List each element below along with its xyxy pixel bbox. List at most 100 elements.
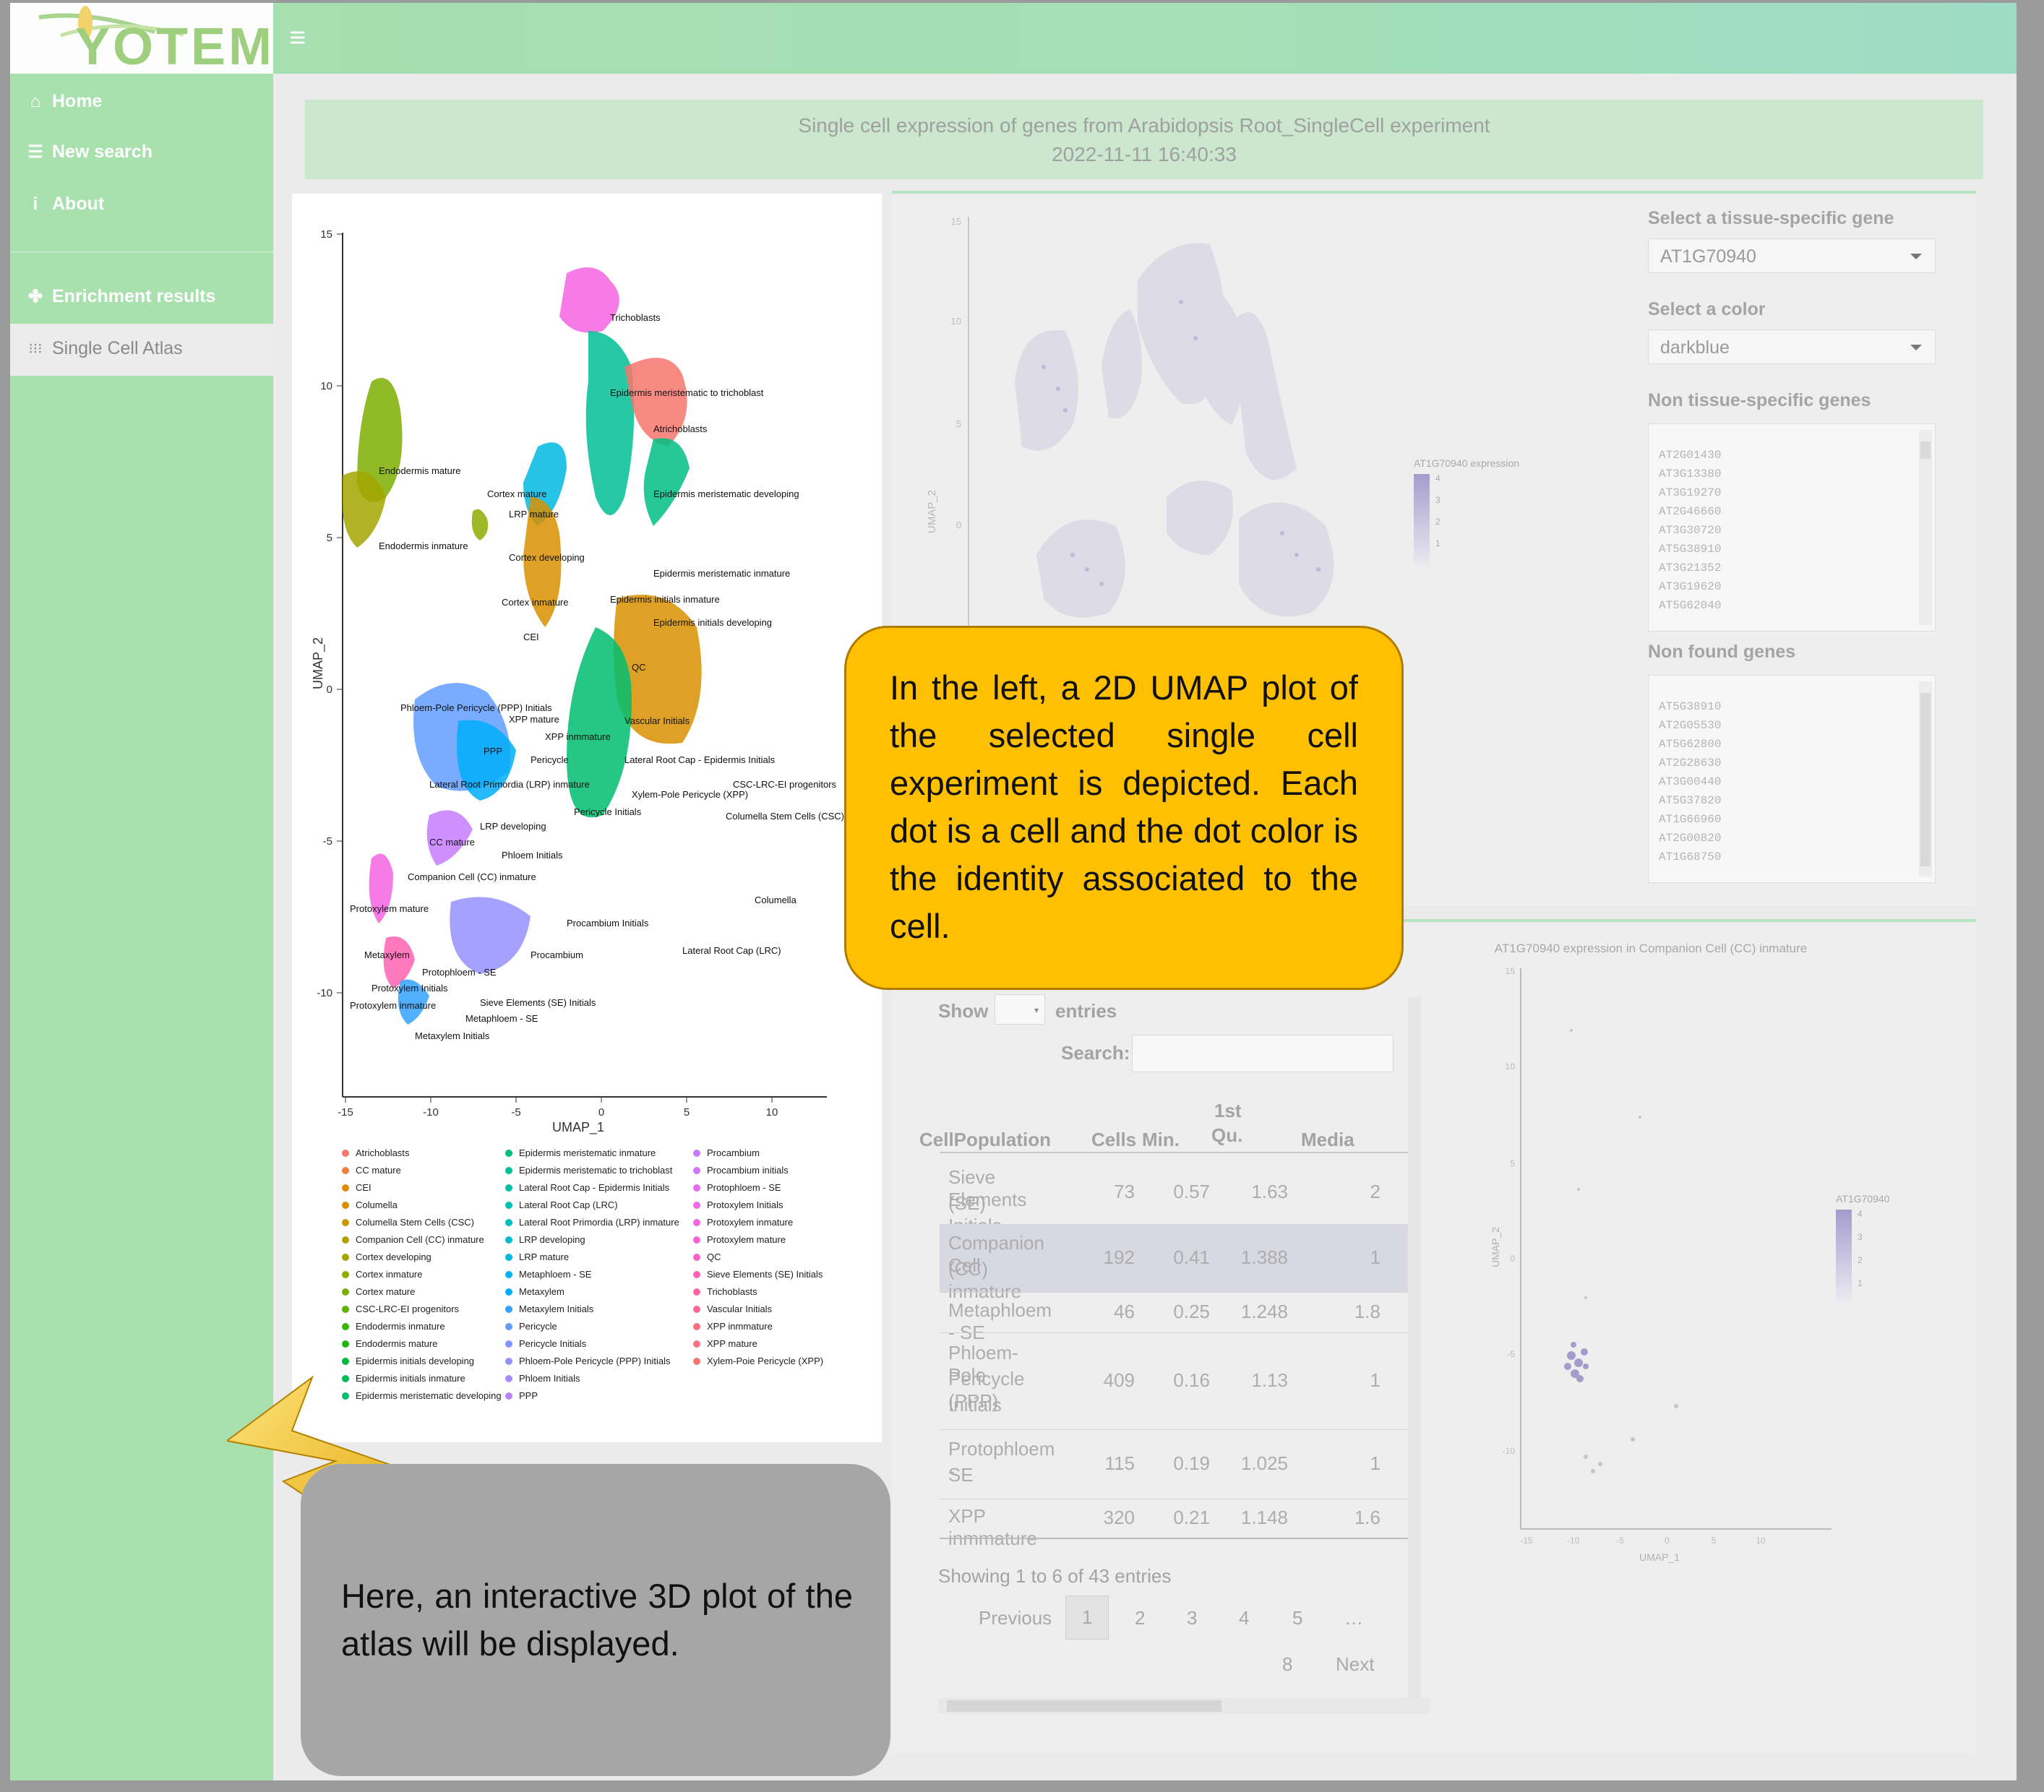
non-specific-genes-list[interactable]: AT2G01430 AT3G13380 AT3G19270 AT2G46660 AT3G… bbox=[1648, 423, 1936, 632]
gene-select-value: AT1G70940 bbox=[1660, 246, 1756, 267]
pagination-page[interactable]: … bbox=[1344, 1607, 1363, 1629]
non-specific-label: Non tissue-specific genes bbox=[1648, 390, 1871, 410]
legend-dot bbox=[505, 1340, 512, 1348]
cell-min: 0.21 bbox=[1173, 1507, 1210, 1528]
non-found-genes-list[interactable]: AT5G38910 AT2G05530 AT5G62800 AT2G28630 AT3G… bbox=[1648, 675, 1936, 883]
chevron-down-icon bbox=[1910, 345, 1922, 350]
pagination-page[interactable]: 5 bbox=[1292, 1607, 1302, 1629]
sidebar-item-label: New search bbox=[52, 142, 153, 162]
non-found-gene-item[interactable]: AT1G66960 bbox=[1659, 810, 1925, 829]
legend-dot bbox=[342, 1219, 349, 1226]
umap-cluster-label: Companion Cell (CC) inmature bbox=[408, 871, 536, 882]
gene-select[interactable]: AT1G70940 bbox=[1648, 238, 1936, 273]
entries-select[interactable]: ▾ bbox=[995, 994, 1045, 1025]
non-specific-gene-item[interactable]: AT2G01430 bbox=[1659, 446, 1925, 465]
umap-ytick-label: -5 bbox=[323, 835, 332, 848]
umap-cluster-label: Epidermis meristematic inmature bbox=[653, 568, 790, 579]
non-found-gene-item[interactable]: AT2G00820 bbox=[1659, 829, 1925, 848]
non-found-gene-item[interactable]: AT5G38910 bbox=[1659, 697, 1925, 716]
non-specific-gene-item[interactable]: AT3G21352 bbox=[1659, 559, 1925, 577]
small-plot-xtick-label: 10 bbox=[1756, 1535, 1766, 1546]
cell-population-name: Initials bbox=[948, 1394, 1002, 1416]
cell-count: 46 bbox=[1114, 1301, 1135, 1322]
legend-dot bbox=[693, 1306, 700, 1313]
non-specific-gene-item[interactable]: AT5G62040 bbox=[1659, 596, 1925, 615]
legend-dot bbox=[342, 1306, 349, 1313]
umap-cluster-label: Metaxylem bbox=[364, 949, 410, 960]
umap-cluster-label: Epidermis initials inmature bbox=[610, 594, 720, 605]
small-plot-legend-title: AT1G70940 expression bbox=[1836, 1193, 1889, 1205]
cell-min: 0.57 bbox=[1173, 1181, 1210, 1202]
umap-xtick-label: -15 bbox=[338, 1106, 353, 1119]
non-specific-gene-item[interactable]: AT3G13380 bbox=[1659, 465, 1925, 483]
legend-dot bbox=[505, 1306, 512, 1313]
non-specific-gene-item[interactable]: AT5G38910 bbox=[1659, 540, 1925, 559]
non-found-gene-item[interactable]: AT5G62800 bbox=[1659, 735, 1925, 754]
non-found-label: Non found genes bbox=[1648, 642, 1796, 662]
umap-cluster-label: Phloem-Pole Pericycle (PPP) Initials bbox=[400, 702, 552, 713]
chevron-down-icon: ▾ bbox=[1034, 1005, 1039, 1015]
umap-cluster-label: Lateral Root Cap - Epidermis Initials bbox=[624, 754, 776, 765]
sidebar-item-single-cell-atlas[interactable]: ⁝⁝⁝ Single Cell Atlas bbox=[10, 324, 273, 376]
legend-label: Trichoblasts bbox=[707, 1286, 757, 1297]
non-found-gene-item[interactable]: AT1G68750 bbox=[1659, 848, 1925, 866]
non-found-gene-item[interactable]: AT2G28630 bbox=[1659, 754, 1925, 772]
vertical-scrollbar[interactable] bbox=[1408, 997, 1421, 1698]
legend-label: PPP bbox=[519, 1390, 538, 1401]
non-found-gene-item[interactable]: AT2G05530 bbox=[1659, 716, 1925, 735]
horizontal-scrollbar[interactable] bbox=[938, 1698, 1430, 1714]
non-specific-gene-item[interactable]: AT3G30720 bbox=[1659, 521, 1925, 540]
cell-median: 1.6 bbox=[1354, 1507, 1380, 1528]
legend-dot bbox=[505, 1202, 512, 1209]
hamburger-icon[interactable]: ≡ bbox=[289, 22, 306, 54]
non-specific-gene-item[interactable]: AT3G19620 bbox=[1659, 577, 1925, 596]
legend-label: Epidermis meristematic inmature bbox=[519, 1147, 656, 1158]
umap-cluster-label: Lateral Root Cap (LRC) bbox=[682, 945, 781, 956]
atlas-3d-callout: Here, an interactive 3D plot of the atla… bbox=[301, 1464, 890, 1776]
legend-label: LRP developing bbox=[519, 1234, 585, 1245]
umap-xtick-label: -10 bbox=[423, 1106, 439, 1119]
small-plot-ytick-label: 0 bbox=[1510, 1254, 1515, 1264]
scrollbar-thumb[interactable] bbox=[947, 1700, 1221, 1712]
pagination-previous[interactable]: Previous bbox=[979, 1607, 1052, 1629]
expression-ylabel: UMAP_2 bbox=[926, 490, 938, 533]
scrollbar-thumb[interactable] bbox=[1920, 693, 1931, 866]
sidebar-item-new-search[interactable]: ☰ New search bbox=[26, 142, 153, 163]
pagination-next[interactable]: Next bbox=[1336, 1653, 1374, 1676]
pagination-page[interactable]: 8 bbox=[1282, 1653, 1292, 1676]
expression-colorbar bbox=[1414, 474, 1430, 568]
umap-xtick-label: 5 bbox=[684, 1106, 690, 1119]
search-input[interactable] bbox=[1132, 1035, 1394, 1072]
umap-cluster-cloud bbox=[585, 331, 635, 515]
legend-label: XPP mature bbox=[707, 1338, 757, 1349]
cell-1st-qu: 1.148 bbox=[1240, 1507, 1288, 1528]
sidebar-item-enrichment[interactable]: ✤ Enrichment results bbox=[26, 286, 216, 307]
legend-dot bbox=[342, 1167, 349, 1174]
non-found-gene-item[interactable]: AT5G37820 bbox=[1659, 791, 1925, 810]
umap-cluster-label: Sieve Elements (SE) Initials bbox=[480, 997, 596, 1008]
umap-ytick-label: -10 bbox=[317, 987, 332, 999]
sidebar-item-home[interactable]: ⌂ Home bbox=[26, 91, 103, 112]
sprout-icon: ✤ bbox=[27, 287, 43, 306]
statistics-panel: AT1G70940 expression in Companion Cell (… bbox=[892, 919, 1976, 1753]
non-specific-gene-item[interactable]: AT2G46660 bbox=[1659, 502, 1925, 521]
small-plot-xlabel: UMAP_1 bbox=[1639, 1551, 1680, 1563]
legend-label: Procambium initials bbox=[707, 1165, 789, 1176]
legend-dot bbox=[693, 1202, 700, 1209]
pagination-page[interactable]: 3 bbox=[1187, 1607, 1197, 1629]
legend-dot bbox=[693, 1184, 700, 1192]
scrollbar[interactable] bbox=[1919, 430, 1932, 625]
logo-text: YOTEM bbox=[75, 18, 275, 76]
scrollbar-thumb[interactable] bbox=[1920, 441, 1931, 459]
pagination-page[interactable]: 2 bbox=[1135, 1607, 1145, 1629]
pagination-page[interactable]: 1 bbox=[1065, 1595, 1109, 1640]
pagination-page[interactable]: 4 bbox=[1239, 1607, 1249, 1629]
sidebar-item-about[interactable]: i About bbox=[26, 194, 105, 215]
column-header-cellpopulation: CellPopulation bbox=[919, 1129, 1051, 1150]
umap-cluster-label: Protoxylem Initials bbox=[372, 983, 448, 994]
color-select-value: darkblue bbox=[1660, 337, 1730, 358]
non-found-gene-item[interactable]: AT3G00440 bbox=[1659, 772, 1925, 791]
non-specific-gene-item[interactable]: AT3G19270 bbox=[1659, 483, 1925, 502]
color-select[interactable]: darkblue bbox=[1648, 329, 1936, 364]
legend-dot bbox=[505, 1219, 512, 1226]
